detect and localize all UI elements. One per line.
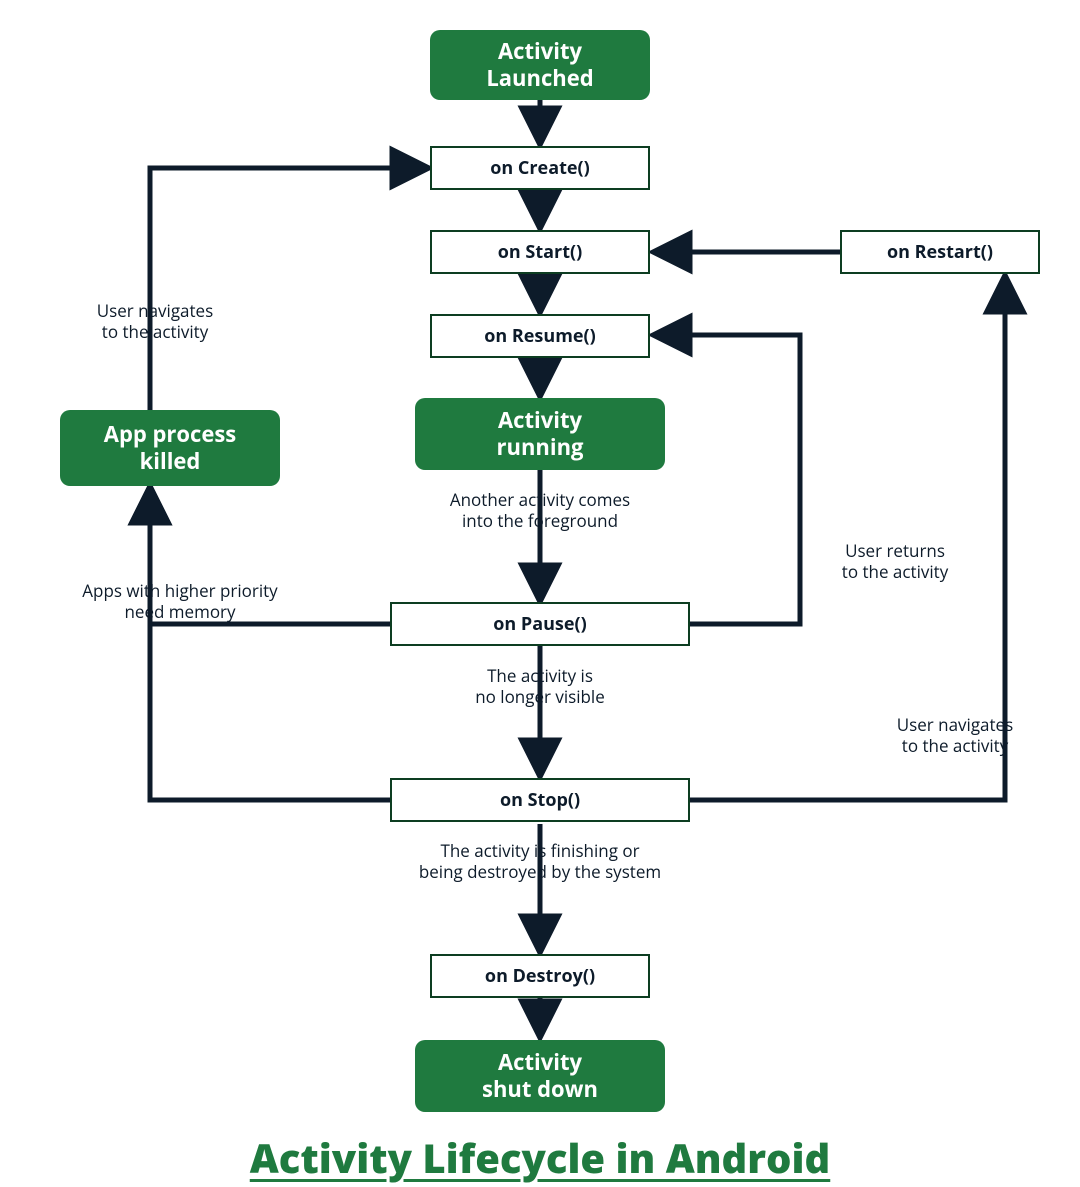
node-label: App process killed — [104, 421, 236, 476]
node-label: Activity Launched — [486, 38, 593, 93]
node-activity-shutdown: Activity shut down — [415, 1040, 665, 1112]
node-on-stop: on Stop() — [390, 778, 690, 822]
node-label: on Restart() — [887, 241, 993, 264]
node-on-restart: on Restart() — [840, 230, 1040, 274]
node-on-create: on Create() — [430, 146, 650, 190]
label-higher-priority-memory: Apps with higher priority need memory — [60, 580, 300, 623]
label-another-activity-foreground: Another activity comes into the foregrou… — [420, 489, 660, 532]
label-no-longer-visible: The activity is no longer visible — [430, 665, 650, 708]
node-activity-launched: Activity Launched — [430, 30, 650, 100]
label-user-navigates-right: User navigates to the activity — [860, 714, 1050, 757]
diagram-canvas: Activity Launched App process killed Act… — [0, 0, 1080, 1187]
node-on-pause: on Pause() — [390, 602, 690, 646]
node-activity-running: Activity running — [415, 398, 665, 470]
node-on-start: on Start() — [430, 230, 650, 274]
diagram-title: Activity Lifecycle in Android — [0, 1130, 1080, 1185]
node-label: Activity running — [497, 407, 584, 462]
node-label: on Destroy() — [485, 965, 595, 988]
node-label: on Start() — [498, 241, 582, 264]
label-user-returns: User returns to the activity — [810, 540, 980, 583]
node-label: Activity shut down — [482, 1049, 598, 1104]
node-label: on Resume() — [484, 325, 595, 348]
node-label: on Stop() — [500, 789, 580, 812]
label-user-navigates-left: User navigates to the activity — [70, 300, 240, 343]
node-app-process-killed: App process killed — [60, 410, 280, 486]
node-label: on Pause() — [493, 613, 586, 636]
node-on-resume: on Resume() — [430, 314, 650, 358]
node-label: on Create() — [490, 157, 589, 180]
node-on-destroy: on Destroy() — [430, 954, 650, 998]
label-activity-finishing: The activity is finishing or being destr… — [400, 840, 680, 883]
